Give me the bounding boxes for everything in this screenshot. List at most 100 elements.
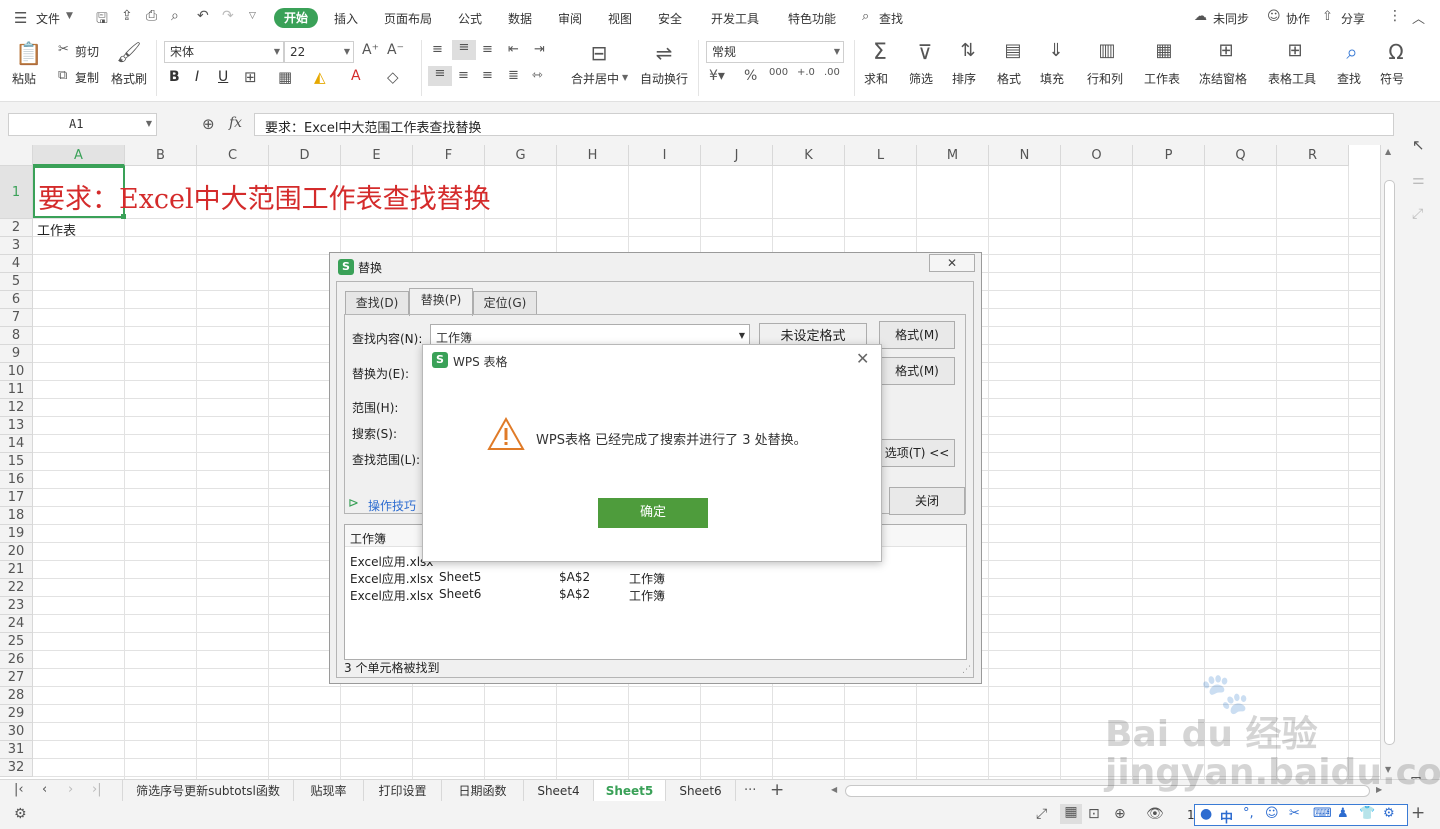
tab-review[interactable]: 审阅 xyxy=(558,10,582,27)
row-header[interactable]: 32 xyxy=(0,759,33,777)
row-header[interactable]: 26 xyxy=(0,651,33,669)
column-header[interactable]: O xyxy=(1061,145,1133,166)
increase-font-icon[interactable]: A⁺ xyxy=(362,42,379,58)
fx-icon[interactable]: fx xyxy=(229,115,242,131)
wrap-icon[interactable]: ⇌ xyxy=(650,41,678,65)
currency-icon[interactable]: ¥▾ xyxy=(709,68,725,84)
sheet-tab[interactable]: Sheet6 xyxy=(666,780,736,802)
freeze-icon[interactable]: ⊞ xyxy=(1213,40,1239,61)
increase-decimal-icon[interactable]: +.0 xyxy=(797,67,815,78)
sheet-tab[interactable]: 打印设置 xyxy=(364,780,442,802)
row-header[interactable]: 4 xyxy=(0,255,33,273)
more-icon[interactable]: ⋮ xyxy=(1388,8,1402,24)
tab-home[interactable]: 开始 xyxy=(274,8,318,28)
customize-icon[interactable]: ▽ xyxy=(249,11,256,21)
align-top-icon[interactable]: ≡ xyxy=(432,42,443,57)
normal-view-icon[interactable]: ▦ xyxy=(1060,804,1082,824)
tab-special[interactable]: 特色功能 xyxy=(788,10,836,27)
print-icon[interactable]: ⎙ xyxy=(146,8,157,24)
indent-increase-icon[interactable]: ⇥ xyxy=(534,42,545,57)
save-icon[interactable]: 🖫 xyxy=(96,8,108,32)
row-header[interactable]: 24 xyxy=(0,615,33,633)
ime-toolbar[interactable]: ● 中 °, ☺ ✂ ⌨ ♟ 👕 ⚙ xyxy=(1194,804,1408,826)
ime-user-icon[interactable]: ● xyxy=(1200,806,1212,822)
format-painter-button[interactable]: 格式刷 xyxy=(111,70,147,87)
row-header[interactable]: 30 xyxy=(0,723,33,741)
sum-icon[interactable]: Σ xyxy=(867,40,893,65)
table-tools-button[interactable]: 表格工具 xyxy=(1268,70,1316,87)
tips-link[interactable]: 操作技巧 xyxy=(368,497,416,514)
cut-button[interactable]: 剪切 xyxy=(75,43,99,60)
close-icon[interactable]: ✕ xyxy=(856,349,869,368)
sheet-tab[interactable]: Sheet4 xyxy=(524,780,594,802)
number-format-select[interactable]: 常规 ▼ xyxy=(706,41,844,63)
row-col-button[interactable]: 行和列 xyxy=(1087,70,1123,87)
tab-page-layout[interactable]: 页面布局 xyxy=(384,10,432,27)
row-header[interactable]: 1 xyxy=(0,166,33,219)
share-button[interactable]: 分享 xyxy=(1341,10,1365,27)
tab-view[interactable]: 视图 xyxy=(608,10,632,27)
add-sheet-icon[interactable]: + xyxy=(770,780,784,800)
cell-a2-text[interactable]: 工作表 xyxy=(37,220,76,239)
ime-person-icon[interactable]: ♟ xyxy=(1337,806,1349,821)
row-header[interactable]: 3 xyxy=(0,237,33,255)
scroll-thumb[interactable] xyxy=(1384,180,1395,745)
sort-button[interactable]: 排序 xyxy=(952,70,976,87)
row-header[interactable]: 7 xyxy=(0,309,33,327)
tab-formulas[interactable]: 公式 xyxy=(458,10,482,27)
align-center-icon[interactable]: ≡ xyxy=(458,68,469,83)
cloud-icon[interactable]: ☁ xyxy=(1194,9,1207,24)
table-tools-icon[interactable]: ⊞ xyxy=(1282,40,1308,61)
column-header[interactable]: H xyxy=(557,145,629,166)
select-all-corner[interactable] xyxy=(0,145,33,166)
ime-settings-icon[interactable]: ⚙ xyxy=(1383,806,1395,821)
tab-goto[interactable]: 定位(G) xyxy=(473,291,537,315)
column-header[interactable]: R xyxy=(1277,145,1349,166)
column-header[interactable]: B xyxy=(125,145,197,166)
ime-emoji-icon[interactable]: ☺ xyxy=(1265,806,1279,821)
result-book[interactable]: Excel应用.xlsx xyxy=(350,553,433,570)
merge-center-button[interactable]: 合并居中 xyxy=(571,70,619,87)
collapse-ribbon-icon[interactable]: ︿ xyxy=(1412,8,1425,27)
italic-icon[interactable]: I xyxy=(195,69,199,85)
row-header[interactable]: 18 xyxy=(0,507,33,525)
worksheet-icon[interactable]: ▦ xyxy=(1151,40,1177,61)
tab-find[interactable]: 查找(D) xyxy=(345,291,409,315)
align-right-icon[interactable]: ≡ xyxy=(482,68,493,83)
resize-grip-icon[interactable]: ⋰ xyxy=(962,665,971,675)
chevron-down-icon[interactable]: ▼ xyxy=(66,11,73,21)
sheet-tab[interactable]: 贴现率 xyxy=(294,780,364,802)
zoom-formula-icon[interactable]: ⊕ xyxy=(202,115,215,133)
percent-icon[interactable]: % xyxy=(744,68,757,84)
format-icon[interactable]: ▤ xyxy=(1000,40,1026,61)
ime-tool-icon[interactable]: ✂ xyxy=(1289,806,1300,821)
name-box[interactable]: A1 ▼ xyxy=(8,113,157,136)
tab-data[interactable]: 数据 xyxy=(508,10,532,27)
row-header[interactable]: 27 xyxy=(0,669,33,687)
formula-input[interactable]: 要求：Excel中大范围工作表查找替换 xyxy=(254,113,1394,136)
sheet-tab-active[interactable]: Sheet5 xyxy=(594,780,666,802)
vertical-scrollbar[interactable]: ▲ ▼ xyxy=(1380,145,1398,779)
scroll-up-icon[interactable]: ▲ xyxy=(1385,147,1391,156)
close-button[interactable]: 关闭 xyxy=(889,487,965,515)
freeze-panes-button[interactable]: 冻结窗格 xyxy=(1199,70,1247,87)
sync-status[interactable]: 未同步 xyxy=(1213,10,1249,27)
result-book[interactable]: Excel应用.xlsx xyxy=(350,570,433,587)
collab-button[interactable]: 协作 xyxy=(1286,10,1310,27)
search-icon[interactable]: ⌕ xyxy=(862,9,869,24)
ime-skin-icon[interactable]: 👕 xyxy=(1359,806,1375,821)
font-size-select[interactable]: 22 ▼ xyxy=(284,41,354,63)
ime-chinese-icon[interactable]: 中 xyxy=(1220,807,1233,826)
align-middle-icon[interactable]: ≡ xyxy=(452,40,476,60)
redo-icon[interactable]: ↷ xyxy=(222,8,234,24)
column-header[interactable]: I xyxy=(629,145,701,166)
print-preview-icon[interactable]: ⌕ xyxy=(171,8,179,24)
bold-icon[interactable]: B xyxy=(169,69,180,85)
border-icon[interactable]: ⊞ xyxy=(244,68,257,86)
last-sheet-icon[interactable]: ›| xyxy=(92,782,102,797)
share-icon[interactable]: ⇧ xyxy=(1322,9,1333,24)
result-book[interactable]: Excel应用.xlsx xyxy=(350,587,433,604)
format-button-find[interactable]: 格式(M) xyxy=(879,321,955,349)
row-header[interactable]: 9 xyxy=(0,345,33,363)
fill-button[interactable]: 填充 xyxy=(1040,70,1064,87)
